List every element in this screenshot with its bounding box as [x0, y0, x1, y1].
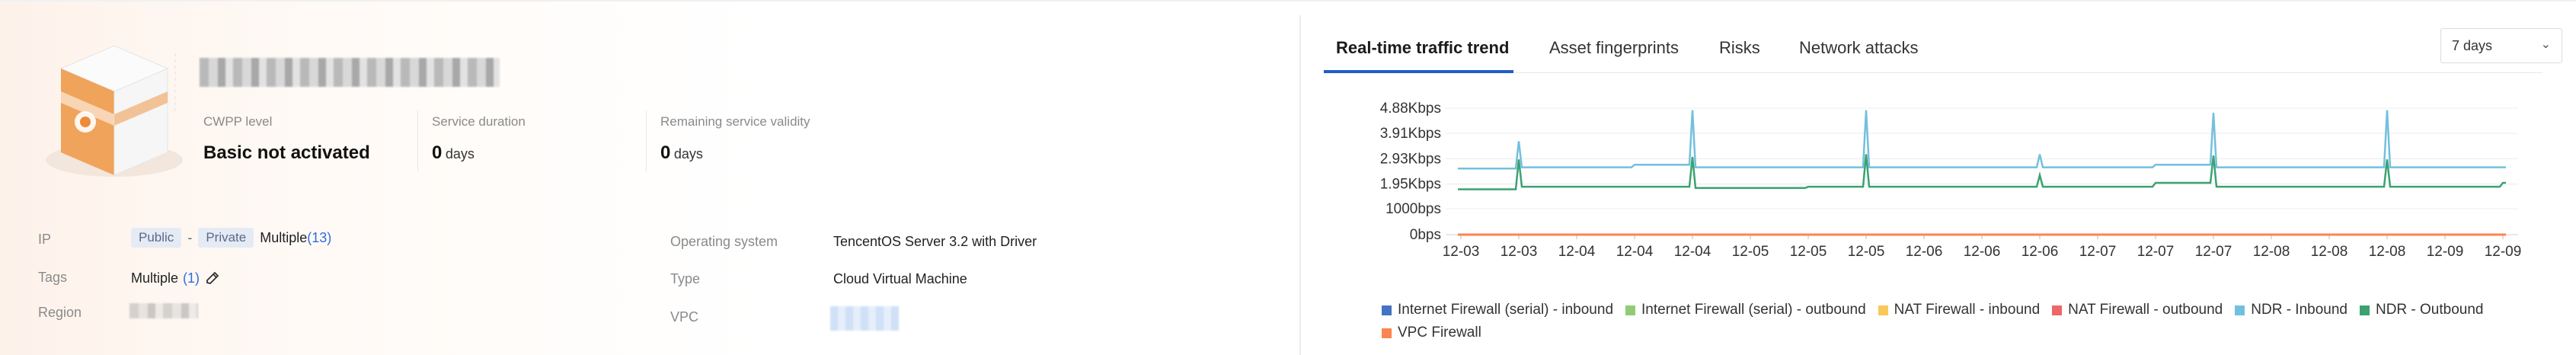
legend-label: NAT Firewall - outbound	[2068, 302, 2223, 318]
legend-label: NDR - Outbound	[2375, 302, 2484, 318]
x-tick-label: 12-03	[1501, 244, 1538, 260]
time-range-select[interactable]: 7 days ⌄	[2440, 28, 2562, 63]
panel-divider	[1299, 15, 1301, 355]
type-value: Cloud Virtual Machine	[833, 271, 967, 286]
traffic-trend-chart: 0bps 1000bps 1.95Kbps 2.93Kbps 3.91Kbps 4.88K…	[1380, 101, 2522, 260]
tags-label: Tags	[38, 270, 68, 285]
edit-pencil-icon[interactable]	[204, 270, 221, 286]
ip-private-tag[interactable]: Private	[198, 228, 254, 248]
legend-label: Internet Firewall (serial) - outbound	[1641, 302, 1866, 318]
type-label: Type	[670, 271, 701, 286]
legend-swatch	[1382, 328, 1392, 338]
vpc-label: VPC	[670, 309, 699, 325]
server-illustration-icon	[46, 45, 183, 177]
remaining-validity-value: 0 days	[660, 142, 703, 164]
remaining-validity-label: Remaining service validity	[660, 114, 810, 129]
legend-label: VPC Firewall	[1398, 325, 1481, 341]
legend-item[interactable]: NDR - Outbound	[2359, 299, 2484, 321]
metric-separator	[646, 110, 647, 171]
legend-swatch	[1625, 305, 1636, 315]
cwpp-level-label: CWPP level	[203, 114, 273, 129]
ip-multiple[interactable]: Multiple(13)	[260, 230, 331, 246]
ip-separator: -	[187, 229, 193, 245]
tab-realtime-traffic[interactable]: Real-time traffic trend	[1336, 38, 1509, 58]
service-duration-number: 0	[432, 142, 443, 163]
ip-public-tag[interactable]: Public	[131, 228, 182, 248]
ip-count-link[interactable]: (13)	[307, 230, 331, 245]
x-tick-label: 12-04	[1558, 244, 1596, 260]
region-label: Region	[38, 305, 82, 320]
y-axis: 0bps 1000bps 1.95Kbps 2.93Kbps 3.91Kbps 4.88K…	[1380, 101, 1441, 243]
vpc-value-redacted[interactable]	[830, 306, 899, 331]
legend-swatch	[2052, 305, 2063, 315]
tab-asset-fingerprints[interactable]: Asset fingerprints	[1549, 38, 1679, 58]
legend-item[interactable]: Internet Firewall (serial) - inbound	[1382, 299, 1613, 321]
x-tick-label: 12-03	[1443, 244, 1480, 260]
x-tick-label: 12-05	[1790, 244, 1827, 260]
legend-swatch	[1878, 305, 1888, 315]
x-tick-label: 12-04	[1616, 244, 1654, 260]
x-tick-label: 12-05	[1848, 244, 1885, 260]
x-tick-label: 12-08	[2253, 244, 2290, 260]
active-tab-indicator	[1324, 70, 1513, 73]
tags-count-link[interactable]: (1)	[183, 270, 200, 286]
tags-value-group: Multiple (1)	[131, 270, 221, 286]
legend-item[interactable]: NDR - Inbound	[2235, 299, 2347, 321]
x-tick-label: 12-06	[1964, 244, 2001, 260]
chart-grid	[1446, 107, 2518, 235]
y-tick-label: 0bps	[1410, 227, 1441, 243]
chevron-down-icon: ⌄	[2540, 38, 2551, 51]
remaining-validity-unit: days	[673, 146, 703, 162]
legend-swatch	[2235, 305, 2245, 315]
x-tick-label: 12-07	[2137, 244, 2175, 260]
y-tick-label: 3.91Kbps	[1380, 126, 1441, 142]
legend-item[interactable]: NAT Firewall - outbound	[2052, 299, 2223, 321]
x-tick-label: 12-09	[2427, 244, 2464, 260]
series-line	[1458, 110, 2506, 170]
legend-label: NAT Firewall - inbound	[1894, 302, 2041, 318]
y-tick-label: 1.95Kbps	[1380, 177, 1441, 193]
asset-summary-panel	[0, 0, 1299, 355]
y-tick-label: 2.93Kbps	[1380, 151, 1441, 167]
os-label: Operating system	[670, 234, 778, 249]
x-tick-label: 12-07	[2195, 244, 2232, 260]
x-tick-label: 12-09	[2485, 244, 2522, 260]
top-border	[0, 0, 2576, 2]
chart-legend: Internet Firewall (serial) - inbound Inte…	[1382, 299, 2524, 344]
metric-separator	[417, 110, 418, 171]
x-tick-label: 12-08	[2369, 244, 2406, 260]
x-axis: 12-03 12-03 12-04 12-04 12-04 12-05 12-05 12-05…	[1443, 235, 2522, 260]
service-duration-value: 0 days	[432, 142, 475, 164]
x-tick-label: 12-05	[1732, 244, 1769, 260]
remaining-validity-number: 0	[660, 142, 671, 163]
service-duration-unit: days	[445, 146, 475, 162]
legend-item[interactable]: Internet Firewall (serial) - outbound	[1625, 299, 1866, 321]
service-duration-label: Service duration	[432, 114, 526, 129]
ip-multiple-text: Multiple	[260, 229, 308, 245]
legend-swatch	[1382, 305, 1392, 315]
ip-label: IP	[38, 232, 52, 247]
os-value: TencentOS Server 3.2 with Driver	[833, 234, 1037, 249]
legend-label: Internet Firewall (serial) - inbound	[1398, 302, 1614, 318]
x-tick-label: 12-04	[1674, 244, 1711, 260]
legend-item[interactable]: VPC Firewall	[1382, 321, 1481, 344]
cwpp-level-value: Basic not activated	[203, 142, 370, 163]
y-tick-label: 1000bps	[1385, 201, 1441, 217]
tab-network-attacks[interactable]: Network attacks	[1799, 38, 1919, 58]
legend-swatch	[2359, 305, 2370, 315]
legend-label: NDR - Inbound	[2251, 302, 2347, 318]
region-value-redacted	[129, 303, 198, 318]
chart-series	[1458, 110, 2506, 236]
x-tick-label: 12-06	[2021, 244, 2059, 260]
asset-name-redacted	[200, 58, 500, 87]
legend-item[interactable]: NAT Firewall - inbound	[1878, 299, 2040, 321]
y-tick-label: 4.88Kbps	[1380, 101, 1441, 117]
tab-risks[interactable]: Risks	[1719, 38, 1760, 58]
x-tick-label: 12-07	[2079, 244, 2117, 260]
x-tick-label: 12-06	[1906, 244, 1943, 260]
tags-value: Multiple	[131, 270, 179, 286]
time-range-value: 7 days	[2452, 38, 2493, 53]
ip-value-group: Public - Private Multiple(13)	[131, 228, 331, 248]
x-tick-label: 12-08	[2311, 244, 2348, 260]
